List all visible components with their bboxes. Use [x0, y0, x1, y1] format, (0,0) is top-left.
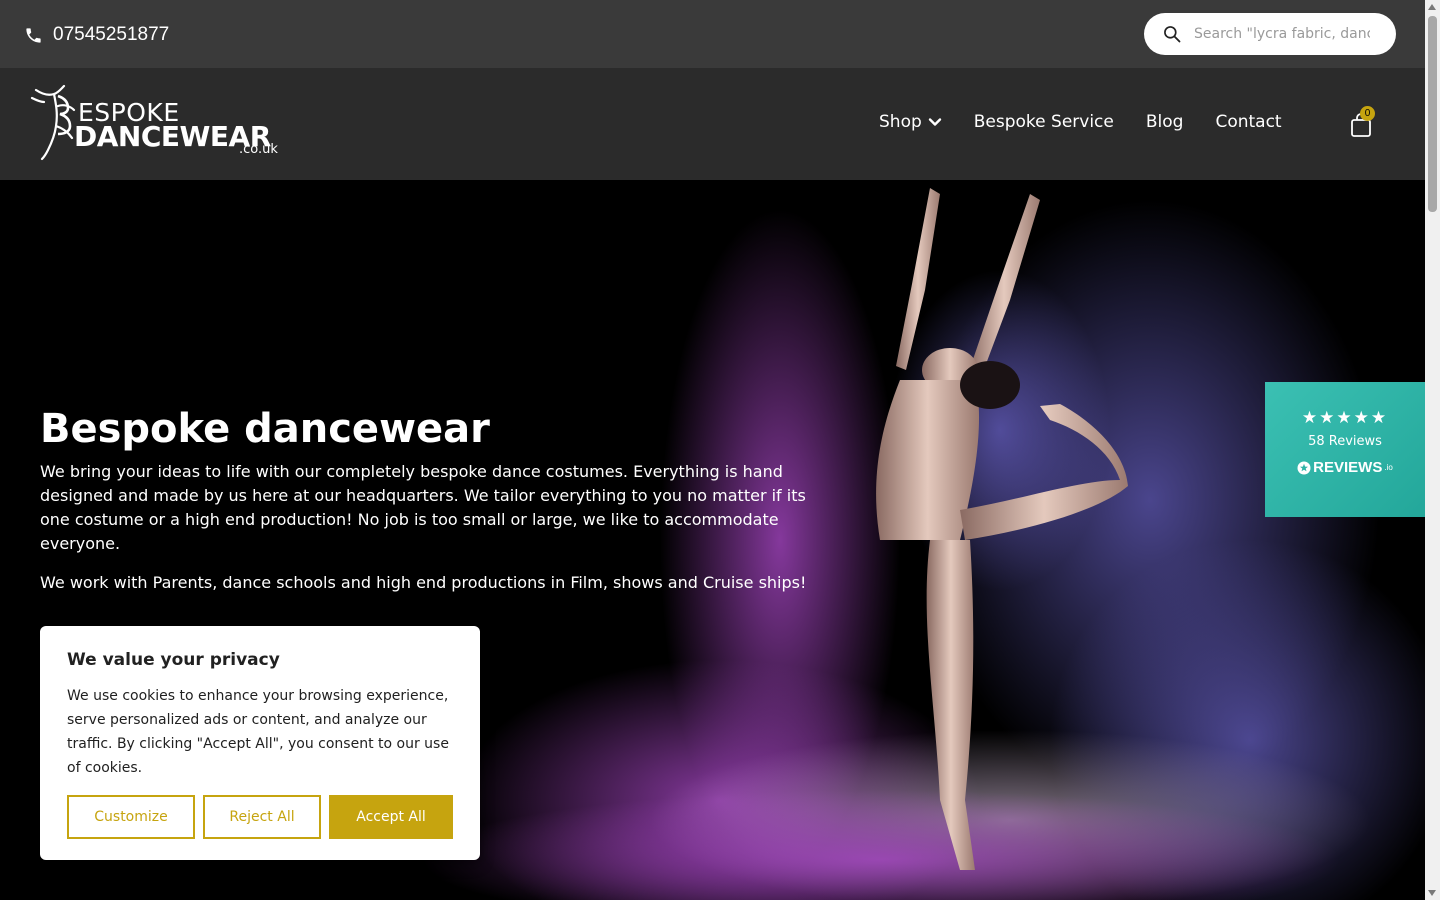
- logo-line-3: .co.uk: [239, 142, 278, 157]
- customize-button[interactable]: Customize: [67, 795, 195, 839]
- chevron-down-icon[interactable]: [928, 115, 942, 129]
- main-header: ESPOKE DANCEWEAR .co.uk Shop Bespoke Ser…: [0, 68, 1425, 180]
- nav-bespoke-service[interactable]: Bespoke Service: [974, 112, 1114, 132]
- nav-blog[interactable]: Blog: [1146, 112, 1184, 132]
- search-box[interactable]: [1144, 13, 1396, 55]
- scroll-up-icon[interactable]: [1428, 4, 1436, 10]
- cart-count-badge: 0: [1360, 106, 1375, 121]
- phone-link[interactable]: 07545251877: [24, 24, 169, 46]
- reject-all-button[interactable]: Reject All: [203, 795, 321, 839]
- cookie-body: We use cookies to enhance your browsing …: [67, 688, 449, 776]
- cookie-buttons: Customize Reject All Accept All: [67, 795, 453, 839]
- review-count: 58 Reviews: [1308, 434, 1382, 449]
- hero-paragraph-1: We bring your ideas to life with our com…: [40, 462, 806, 553]
- cart-button[interactable]: 0: [1350, 106, 1376, 140]
- site-logo[interactable]: ESPOKE DANCEWEAR .co.uk: [28, 84, 278, 164]
- scrollbar-thumb[interactable]: [1428, 16, 1437, 212]
- rating-stars: ★★★★★: [1301, 408, 1389, 427]
- phone-number[interactable]: 07545251877: [53, 24, 169, 46]
- reviews-brand-text: REVIEWS: [1313, 459, 1383, 476]
- scroll-down-icon[interactable]: [1428, 890, 1436, 896]
- reviews-badge[interactable]: ★★★★★ 58 Reviews REVIEWS .io: [1265, 382, 1425, 517]
- nav-shop-label: Shop: [879, 112, 922, 132]
- cookie-title: We value your privacy: [67, 650, 280, 670]
- main-nav: Shop Bespoke Service Blog Contact: [879, 112, 1282, 132]
- accept-all-button[interactable]: Accept All: [329, 795, 453, 839]
- search-input[interactable]: [1194, 26, 1370, 42]
- phone-icon: [26, 27, 41, 43]
- reviews-io-brand: REVIEWS .io: [1265, 459, 1425, 476]
- cookie-consent-banner: We value your privacy We use cookies to …: [40, 626, 480, 860]
- search-icon[interactable]: [1162, 24, 1182, 44]
- top-bar: 07545251877: [0, 0, 1425, 68]
- hero-title: Bespoke dancewear: [40, 406, 490, 452]
- nav-contact[interactable]: Contact: [1215, 112, 1281, 132]
- reviews-brand-suffix: .io: [1384, 463, 1393, 472]
- reviews-logo-icon: [1297, 461, 1311, 474]
- nav-shop[interactable]: Shop: [879, 112, 942, 132]
- hero-paragraph-2: We work with Parents, dance schools and …: [40, 573, 807, 592]
- page-scrollbar[interactable]: [1425, 0, 1440, 900]
